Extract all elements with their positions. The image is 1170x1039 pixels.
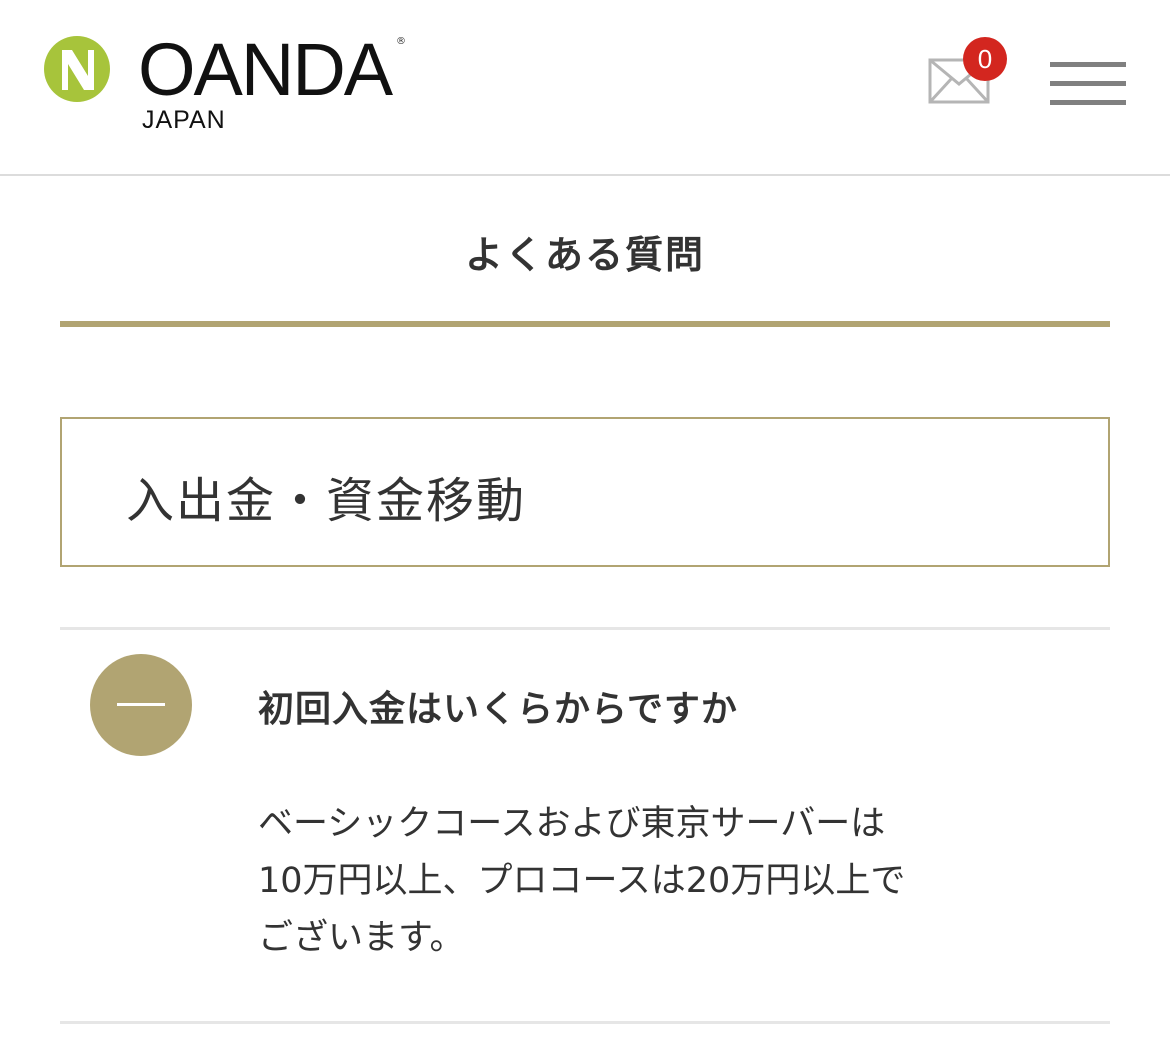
logo-subtitle: JAPAN	[142, 106, 226, 134]
faq-answer-line: ございます。	[258, 918, 465, 958]
oanda-logo-mark-icon	[44, 36, 110, 102]
faq-divider	[60, 627, 1110, 630]
faq-answer-line: 10万円以上、プロコースは20万円以上で	[258, 861, 906, 901]
minus-icon	[117, 703, 165, 706]
faq-answer: ベーシックコースおよび東京サーバーは 10万円以上、プロコースは20万円以上で …	[258, 796, 1078, 967]
menu-bar	[1050, 62, 1126, 67]
faq-divider	[60, 1021, 1110, 1024]
faq-question[interactable]: 初回入金はいくらからですか	[258, 680, 738, 732]
logo-registered-mark: ®	[396, 36, 406, 47]
menu-bar	[1050, 100, 1126, 105]
title-underline	[60, 321, 1110, 327]
collapse-toggle-button[interactable]	[90, 654, 192, 756]
site-header: OANDA ® JAPAN 0	[0, 0, 1170, 176]
faq-answer-line: ベーシックコースおよび東京サーバーは	[258, 804, 886, 844]
category-label: 入出金・資金移動	[126, 473, 527, 529]
logo-wordmark: OANDA	[138, 28, 393, 111]
hamburger-menu-icon[interactable]	[1050, 62, 1126, 106]
page-title: よくある質問	[464, 233, 705, 277]
menu-bar	[1050, 81, 1126, 86]
oanda-japan-logo[interactable]: OANDA ® JAPAN	[44, 30, 424, 146]
unread-count-badge: 0	[963, 37, 1007, 81]
category-selector[interactable]: 入出金・資金移動	[60, 417, 1110, 567]
